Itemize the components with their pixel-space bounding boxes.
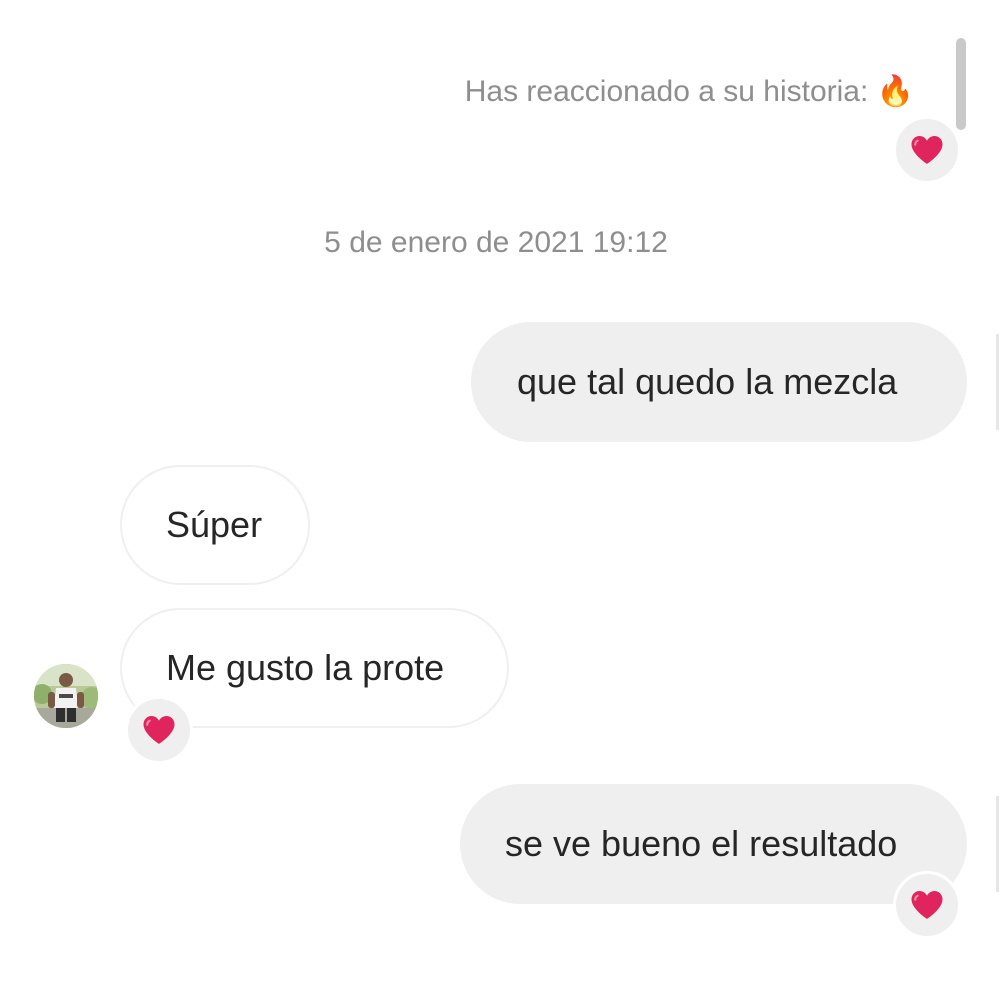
message-text: Súper: [166, 504, 263, 545]
message-text: Me gusto la prote: [166, 647, 445, 688]
scrollbar[interactable]: [956, 38, 966, 130]
message-bubble-received[interactable]: Súper: [120, 465, 310, 585]
heart-icon: [911, 136, 943, 164]
heart-icon: [143, 716, 175, 744]
reaction-badge[interactable]: [893, 871, 961, 939]
edge-divider: [996, 334, 999, 430]
message-text: se ve bueno el resultado: [505, 823, 898, 864]
contact-avatar[interactable]: [34, 664, 98, 728]
message-timestamp: 5 de enero de 2021 19:12: [324, 226, 668, 259]
avatar-photo: [34, 664, 98, 728]
heart-icon: [911, 891, 943, 919]
chat-thread: Has reaccionado a su historia: 🔥 5 de en…: [0, 0, 1000, 1000]
reaction-badge[interactable]: [125, 696, 193, 764]
message-bubble-sent[interactable]: se ve bueno el resultado: [460, 784, 967, 904]
reaction-badge[interactable]: [893, 116, 961, 184]
story-reaction-note: Has reaccionado a su historia: 🔥: [464, 75, 914, 108]
edge-divider: [996, 796, 999, 892]
message-text: que tal quedo la mezcla: [517, 361, 898, 402]
message-bubble-sent[interactable]: que tal quedo la mezcla: [471, 322, 967, 442]
